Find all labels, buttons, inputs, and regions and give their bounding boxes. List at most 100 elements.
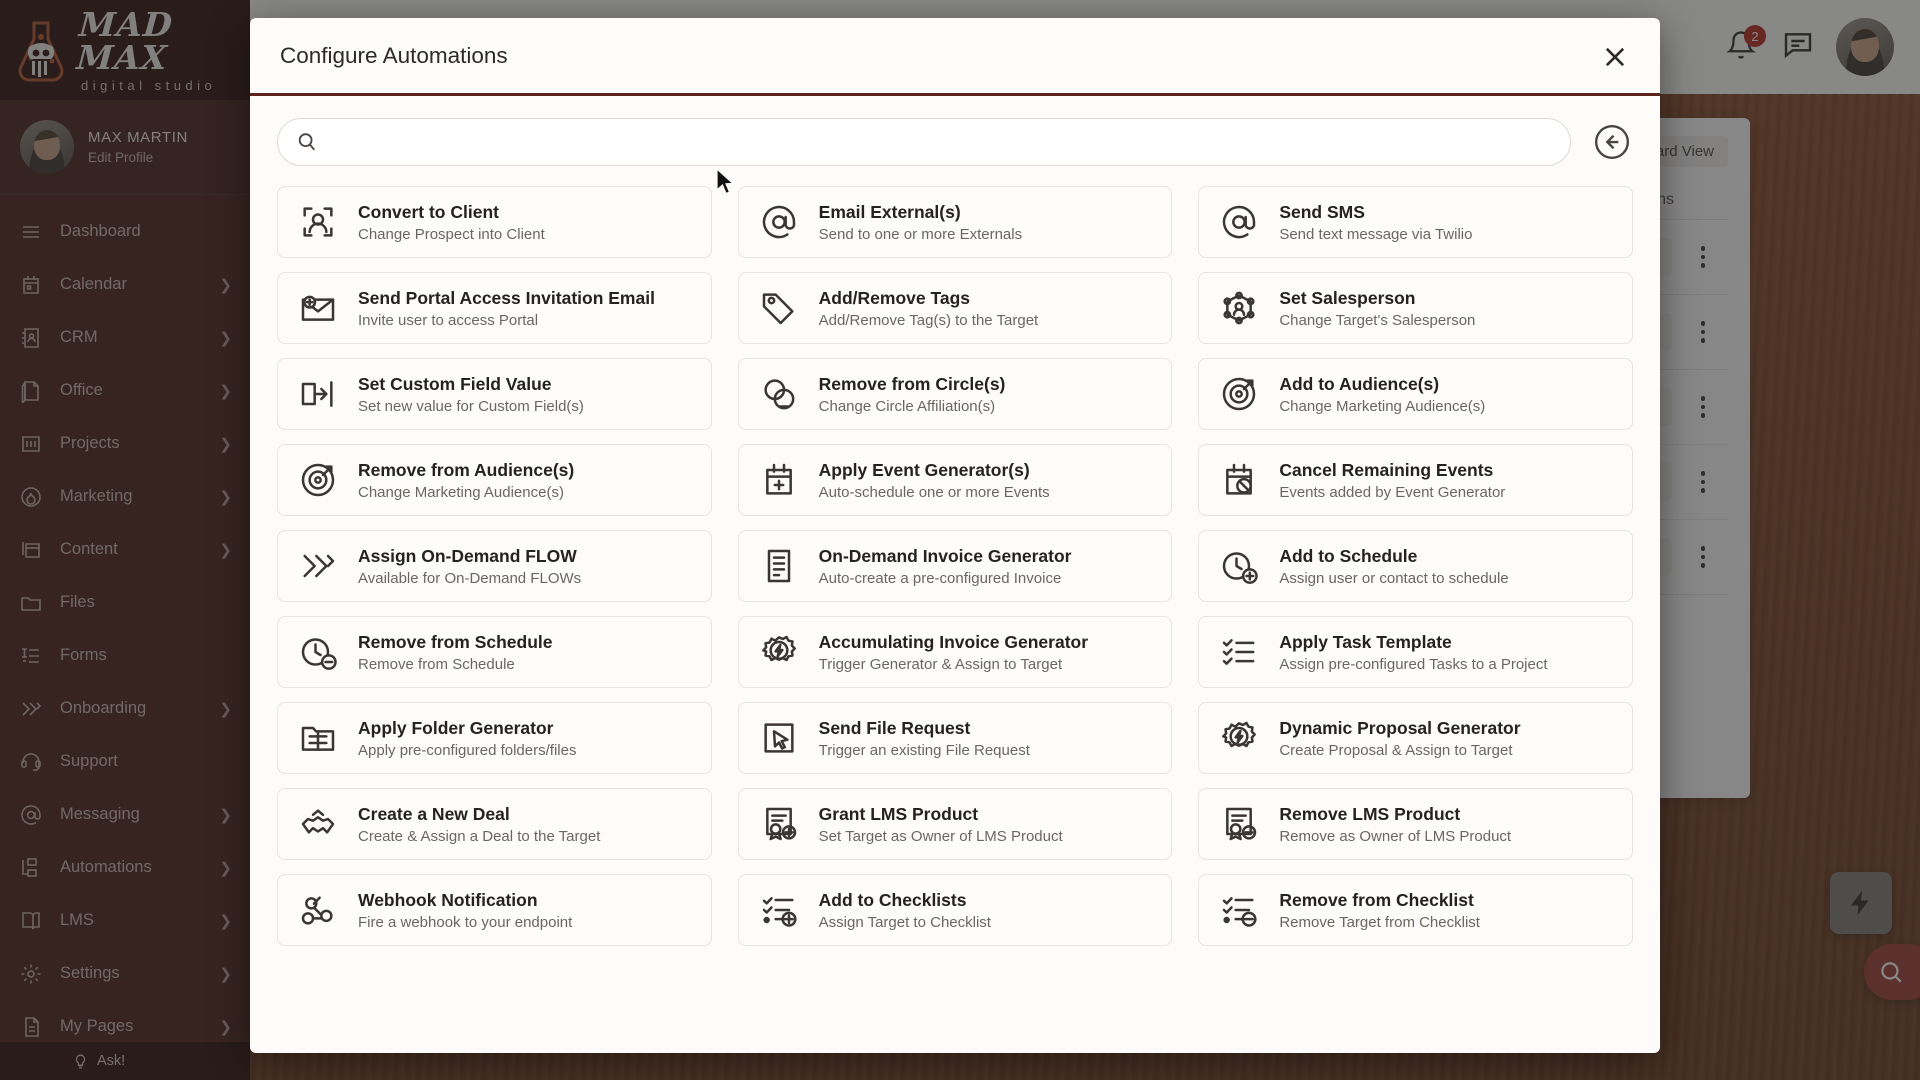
automation-card-title: Send File Request: [818, 717, 971, 738]
automation-card-subtitle: Remove from Schedule: [358, 655, 515, 673]
modal-body: Convert to Client Change Prospect into Cl…: [250, 96, 1660, 1053]
automation-card-title: Add to Audience(s): [1279, 373, 1440, 394]
automation-card[interactable]: On-Demand Invoice Generator Auto-create a…: [737, 530, 1173, 602]
automation-card-title: Add/Remove Tags: [818, 287, 971, 308]
checklist-plus-icon: [762, 897, 797, 927]
automation-card[interactable]: Add to Checklists Assign Target to Checkl…: [737, 874, 1173, 946]
automation-card[interactable]: Send SMS Send text message via Twilio: [1198, 186, 1633, 258]
custom-field-icon: [301, 381, 333, 407]
automation-card[interactable]: Accumulating Invoice Generator Trigger Ge…: [737, 616, 1173, 688]
gear-bolt-icon: [1222, 721, 1257, 748]
webhook-icon: [301, 896, 333, 925]
automation-card[interactable]: Remove from Checklist Remove Target from …: [1198, 874, 1633, 946]
convert-client-icon: [296, 200, 340, 244]
at-sign-icon: [757, 200, 801, 244]
automation-card-title: Remove from Checklist: [1279, 889, 1474, 910]
automation-card-title: Grant LMS Product: [818, 803, 979, 824]
automation-card[interactable]: Send Portal Access Invitation Email Invit…: [277, 272, 712, 344]
automation-card-subtitle: Remove Target from Checklist: [1279, 913, 1480, 931]
clock-plus-icon: [1223, 552, 1259, 584]
tag-icon: [757, 286, 801, 330]
automation-card-subtitle: Auto-schedule one or more Events: [818, 483, 1050, 501]
automation-card[interactable]: Set Salesperson Change Target's Salespers…: [1198, 272, 1633, 344]
automation-card-title: Webhook Notification: [358, 889, 538, 910]
search-input[interactable]: [330, 132, 1552, 152]
handshake-icon: [296, 802, 340, 846]
custom-field-icon: [296, 372, 340, 416]
automation-card-title: Convert to Client: [358, 201, 499, 222]
envelope-plus-icon: [301, 295, 335, 321]
automation-card[interactable]: Dynamic Proposal Generator Create Proposa…: [1198, 702, 1633, 774]
clock-plus-icon: [1217, 544, 1261, 588]
automation-card[interactable]: Convert to Client Change Prospect into Cl…: [277, 186, 712, 258]
automation-card[interactable]: Add to Schedule Assign user or contact to…: [1198, 530, 1633, 602]
calendar-plus-icon: [757, 458, 801, 502]
automation-card-title: Add to Schedule: [1279, 545, 1418, 566]
folder-generator-icon: [296, 716, 340, 760]
checklist-plus-icon: [757, 888, 801, 932]
checklist-minus-icon: [1223, 897, 1257, 927]
automation-card-title: Assign On-Demand FLOW: [358, 545, 577, 566]
folder-cursor-icon: [757, 716, 801, 760]
folder-cursor-icon: [764, 723, 794, 753]
network-person-icon: [1223, 291, 1255, 325]
certificate-plus-icon: [757, 802, 801, 846]
automation-card[interactable]: Email External(s) Send to one or more Ext…: [737, 186, 1173, 258]
tag-icon: [762, 293, 794, 325]
automation-card-subtitle: Apply pre-configured folders/files: [358, 741, 577, 759]
automation-card-subtitle: Trigger an existing File Request: [818, 741, 1030, 759]
certificate-plus-icon: [765, 807, 796, 841]
automation-card[interactable]: Remove from Circle(s) Change Circle Affil…: [737, 358, 1173, 430]
automation-card[interactable]: Apply Event Generator(s) Auto-schedule on…: [737, 444, 1173, 516]
automation-card[interactable]: Apply Task Template Assign pre-configured…: [1198, 616, 1633, 688]
chevrons-right-icon: [303, 554, 335, 578]
modal-header: Configure Automations: [250, 18, 1660, 96]
automation-card-subtitle: Remove as Owner of LMS Product: [1279, 827, 1512, 845]
clock-minus-icon: [301, 638, 337, 670]
search-box[interactable]: [277, 118, 1571, 166]
automation-card-subtitle: Fire a webhook to your endpoint: [358, 913, 573, 931]
close-button[interactable]: [1596, 38, 1634, 76]
automation-card-title: On-Demand Invoice Generator: [818, 545, 1072, 566]
automation-card-title: Apply Task Template: [1279, 631, 1452, 652]
checklist-minus-icon: [1217, 888, 1261, 932]
close-icon: [1605, 47, 1625, 67]
calendar-plus-icon: [765, 463, 792, 495]
automation-card[interactable]: Webhook Notification Fire a webhook to yo…: [277, 874, 712, 946]
automation-card-title: Remove LMS Product: [1279, 803, 1461, 824]
automation-card-grid: Convert to Client Change Prospect into Cl…: [277, 186, 1633, 946]
back-button[interactable]: [1591, 121, 1633, 163]
automation-card-subtitle: Assign pre-configured Tasks to a Project: [1279, 655, 1548, 673]
automation-card-title: Cancel Remaining Events: [1279, 459, 1494, 480]
automation-card[interactable]: Set Custom Field Value Set new value for …: [277, 358, 712, 430]
automation-card[interactable]: Assign On-Demand FLOW Available for On-De…: [277, 530, 712, 602]
automation-card[interactable]: Send File Request Trigger an existing Fil…: [737, 702, 1173, 774]
automation-card[interactable]: Apply Folder Generator Apply pre-configur…: [277, 702, 712, 774]
automation-card-subtitle: Auto-create a pre-configured Invoice: [818, 569, 1062, 587]
automation-card-subtitle: Assign user or contact to schedule: [1279, 569, 1509, 587]
circles-minus-icon: [764, 379, 795, 410]
automation-card[interactable]: Add/Remove Tags Add/Remove Tag(s) to the …: [737, 272, 1173, 344]
automation-card[interactable]: Cancel Remaining Events Events added by E…: [1198, 444, 1633, 516]
at-sign-icon: [762, 205, 795, 239]
arrow-left-circle-icon: [1594, 124, 1630, 160]
automation-card-title: Set Custom Field Value: [358, 373, 552, 394]
automation-card-subtitle: Change Prospect into Client: [358, 225, 545, 243]
target-audience-icon: [301, 463, 335, 497]
network-person-icon: [1217, 286, 1261, 330]
automation-card-subtitle: Create & Assign a Deal to the Target: [358, 827, 601, 845]
automation-card[interactable]: Remove from Audience(s) Change Marketing …: [277, 444, 712, 516]
target-audience-icon: [1217, 372, 1261, 416]
automation-card-title: Apply Folder Generator: [358, 717, 554, 738]
calendar-cancel-icon: [1217, 458, 1261, 502]
automation-card-subtitle: Trigger Generator & Assign to Target: [818, 655, 1063, 673]
automation-card[interactable]: Create a New Deal Create & Assign a Deal …: [277, 788, 712, 860]
target-audience-icon: [296, 458, 340, 502]
automation-card[interactable]: Remove LMS Product Remove as Owner of LMS…: [1198, 788, 1633, 860]
automation-card[interactable]: Remove from Schedule Remove from Schedule: [277, 616, 712, 688]
invoice-icon: [767, 549, 790, 583]
automation-card[interactable]: Grant LMS Product Set Target as Owner of …: [737, 788, 1173, 860]
automation-card[interactable]: Add to Audience(s) Change Marketing Audie…: [1198, 358, 1633, 430]
handshake-icon: [301, 809, 335, 834]
at-sign-icon: [1223, 205, 1256, 239]
